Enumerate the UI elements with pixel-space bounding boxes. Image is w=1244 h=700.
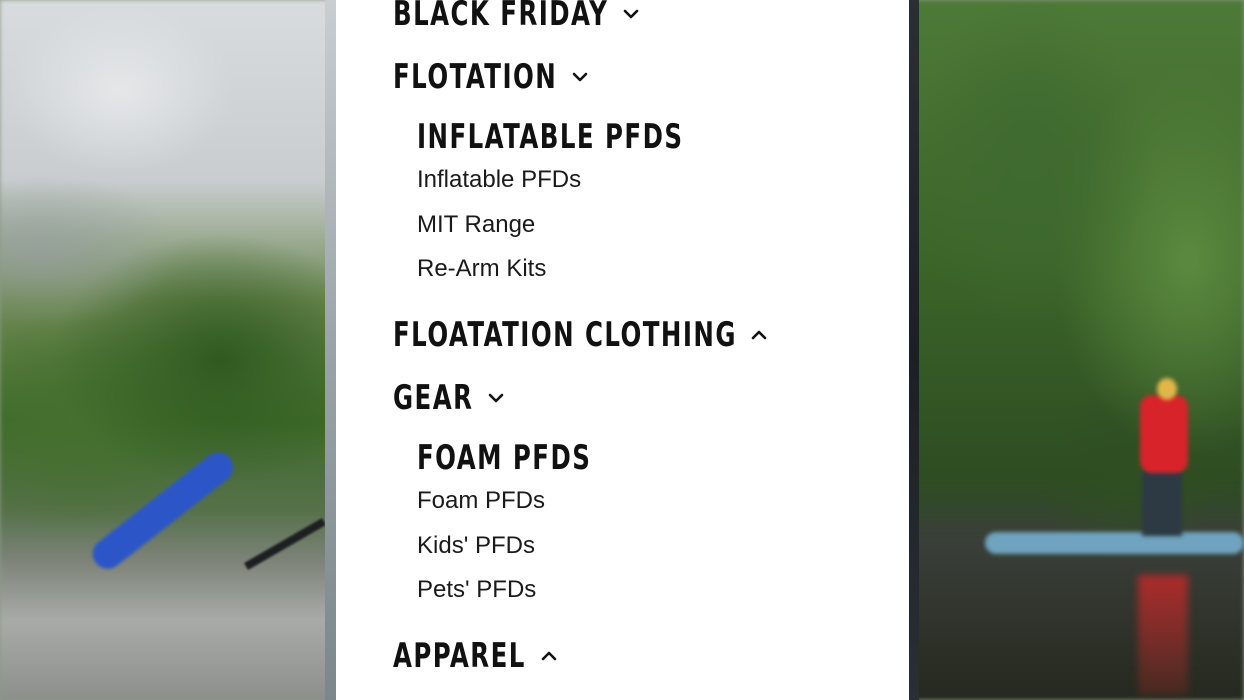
paddler-red-jacket	[1140, 395, 1188, 473]
submenu-link-mit-range[interactable]: MIT Range	[417, 211, 535, 239]
menu-category-label: FLOTATION	[393, 57, 558, 97]
submenu-group-title-text: FOAM PFDS	[417, 438, 592, 478]
menu-category-label: BLACK FRIDAY	[393, 0, 609, 34]
panel-edge-left	[325, 0, 336, 700]
submenu-link-foam-pfds[interactable]: Foam PFDs	[417, 487, 545, 515]
menu-category-gear[interactable]: GEAR	[393, 378, 505, 418]
submenu-link-pets-pfds[interactable]: Pets' PFDs	[417, 576, 536, 604]
chevron-down-icon[interactable]	[622, 5, 640, 23]
submenu-group-title: INFLATABLE PFDS	[417, 117, 787, 157]
chevron-up-icon[interactable]	[540, 647, 558, 665]
submenu-link-kids-pfds[interactable]: Kids' PFDs	[417, 532, 535, 560]
paddler-head	[1157, 378, 1177, 400]
menu-category-label: APPAREL	[393, 636, 526, 676]
background-photo-right	[909, 0, 1244, 700]
menu-category-label: FLOATATION CLOTHING	[393, 315, 737, 355]
submenu-group-title: FOAM PFDS	[417, 438, 659, 478]
submenu-group-title-text: INFLATABLE PFDS	[417, 117, 684, 157]
submenu-link-re-arm-kits[interactable]: Re-Arm Kits	[417, 255, 546, 283]
chevron-up-icon[interactable]	[750, 326, 768, 344]
submenu-link-inflatable-pfds[interactable]: Inflatable PFDs	[417, 166, 581, 194]
chevron-down-icon[interactable]	[487, 389, 505, 407]
menu-category-black-friday[interactable]: BLACK FRIDAY	[393, 0, 640, 34]
navigation-menu-panel: BLACK FRIDAY FLOTATION INFLATABLE PFDS I…	[336, 0, 909, 700]
menu-category-flotation[interactable]: FLOTATION	[393, 57, 589, 97]
panel-edge-right	[909, 0, 919, 700]
paddler-legs	[1142, 470, 1182, 536]
menu-category-label: GEAR	[393, 378, 474, 418]
paddleboard	[985, 532, 1244, 554]
menu-category-floatation-clothing[interactable]: FLOATATION CLOTHING	[393, 315, 768, 355]
chevron-down-icon[interactable]	[571, 68, 589, 86]
water-reflection	[1138, 575, 1188, 695]
menu-category-apparel[interactable]: APPAREL	[393, 636, 558, 676]
background-photo-left	[0, 0, 336, 700]
